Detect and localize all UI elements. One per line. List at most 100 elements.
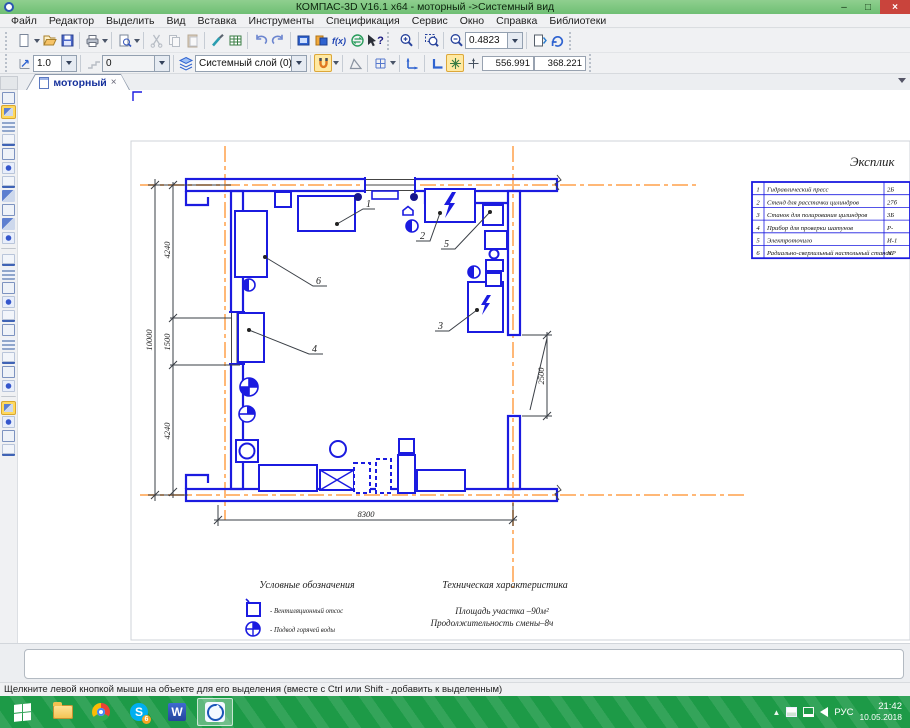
grid-button[interactable] [371,54,389,72]
new-window-button[interactable] [294,32,312,50]
action-center-icon[interactable] [786,707,797,717]
menu-libraries[interactable]: Библиотеки [544,15,611,27]
corner-tool-icon[interactable] [2,444,15,456]
section-tool-icon[interactable] [2,430,15,442]
local-cs-button[interactable] [403,54,421,72]
kompas-taskbar-icon[interactable] [197,698,233,726]
geometry-tool-icon[interactable] [2,106,15,118]
zoom-out-button[interactable] [447,32,465,50]
clock[interactable]: 21:42 10.05.2018 [859,702,902,723]
paste-button[interactable] [183,32,201,50]
parametric-tool-icon[interactable] [2,176,15,188]
undo-button[interactable] [251,32,269,50]
lightning-tool-icon[interactable] [2,402,15,414]
copy-properties-button[interactable] [208,32,226,50]
cut-button[interactable] [147,32,165,50]
word-icon[interactable]: W [159,698,195,726]
toolbar-grip[interactable] [5,54,12,72]
menu-editor[interactable]: Редактор [44,15,99,27]
file-explorer-icon[interactable] [45,698,81,726]
snap-dropdown[interactable] [333,61,339,65]
tab-list-dropdown[interactable] [898,78,906,83]
maximize-button[interactable]: □ [856,0,880,14]
step-dropdown[interactable] [154,56,169,71]
volume-icon[interactable] [820,707,828,717]
close-button[interactable]: × [880,0,910,14]
raster-tool-icon[interactable] [2,190,15,202]
variables-button[interactable] [312,32,330,50]
polyline-tool-icon[interactable] [2,310,15,322]
specification-tool-icon[interactable] [2,204,15,216]
text-arrow-tool-icon[interactable] [2,366,15,378]
drawing-canvas[interactable]: 1 2 5 3 4 6 10000 [0,90,910,643]
insert-view-tool-icon[interactable] [2,232,15,244]
layers-button[interactable] [177,54,195,72]
menu-insert[interactable]: Вставка [192,15,241,27]
grid-dropdown[interactable] [390,61,396,65]
tolerance-tool-icon[interactable] [2,380,15,392]
fx-button[interactable]: f(x) [330,32,348,50]
leader-tool-icon[interactable] [2,352,15,364]
save-button[interactable] [58,32,76,50]
menu-window[interactable]: Окно [455,15,489,27]
layer-combo[interactable]: Системный слой (0) [195,55,307,72]
spline-tool-icon[interactable] [2,324,15,336]
units-exchange-button[interactable] [348,32,366,50]
menu-specification[interactable]: Спецификация [321,15,405,27]
open-button[interactable] [40,32,58,50]
snaps-toggle-button[interactable] [446,54,464,72]
pointer-tool-icon[interactable] [2,92,15,104]
tab-motorny[interactable]: моторный × [26,74,130,90]
zoom-scale-combo[interactable]: 0.4823 [465,32,523,49]
step-combo[interactable]: 0 [102,55,170,72]
ortho-button[interactable] [428,54,446,72]
fit-page-button[interactable] [530,32,548,50]
context-help-button[interactable]: ? [366,32,384,50]
menu-select[interactable]: Выделить [101,15,159,27]
menu-help[interactable]: Справка [491,15,542,27]
report-tool-icon[interactable] [2,218,15,230]
coord-y-field[interactable]: 368.221 [534,56,586,71]
text-tool-icon[interactable] [2,254,15,266]
edit-tool-icon[interactable] [2,134,15,146]
menu-tools[interactable]: Инструменты [244,15,319,27]
coord-x-field[interactable]: 556.991 [482,56,534,71]
table-tool-icon[interactable] [2,268,15,280]
spreadsheet-button[interactable] [226,32,244,50]
print-button[interactable] [83,32,101,50]
snap-magnet-button[interactable] [314,54,332,72]
tab-close-icon[interactable]: × [111,77,117,88]
zoom-scale-dropdown[interactable] [507,33,522,48]
annotation-tool-icon[interactable] [2,162,15,174]
angle-snap-button[interactable] [346,54,364,72]
preview-button[interactable] [115,32,133,50]
skype-icon[interactable]: S 6 [121,698,157,726]
preview-dropdown[interactable] [134,39,140,43]
copy-button[interactable] [165,32,183,50]
zoom-in-button[interactable] [397,32,415,50]
print-dropdown[interactable] [102,39,108,43]
contour-tool-icon[interactable] [2,338,15,350]
minimize-button[interactable]: – [832,0,856,14]
menu-file[interactable]: Файл [6,15,42,27]
toolbar-grip[interactable] [5,32,12,50]
menu-view[interactable]: Вид [161,15,190,27]
start-button[interactable] [0,696,44,728]
scale-dropdown[interactable] [61,56,76,71]
layer-dropdown[interactable] [291,56,306,71]
message-field[interactable] [24,649,904,679]
chrome-icon[interactable] [83,698,119,726]
language-indicator[interactable]: РУС [834,707,853,718]
angle-measure-tool-icon[interactable] [2,148,15,160]
tray-expand-icon[interactable]: ▲ [773,708,781,717]
zoom-area-button[interactable] [422,32,440,50]
refresh-button[interactable] [548,32,566,50]
network-icon[interactable] [803,707,814,717]
redo-button[interactable] [269,32,287,50]
hatch-tool-icon[interactable] [2,120,15,132]
menu-service[interactable]: Сервис [407,15,453,27]
panel-toggle-button[interactable] [0,76,18,90]
new-document-button[interactable] [15,32,33,50]
scale-combo[interactable]: 1.0 [33,55,77,72]
marker-tool-icon[interactable] [2,282,15,294]
